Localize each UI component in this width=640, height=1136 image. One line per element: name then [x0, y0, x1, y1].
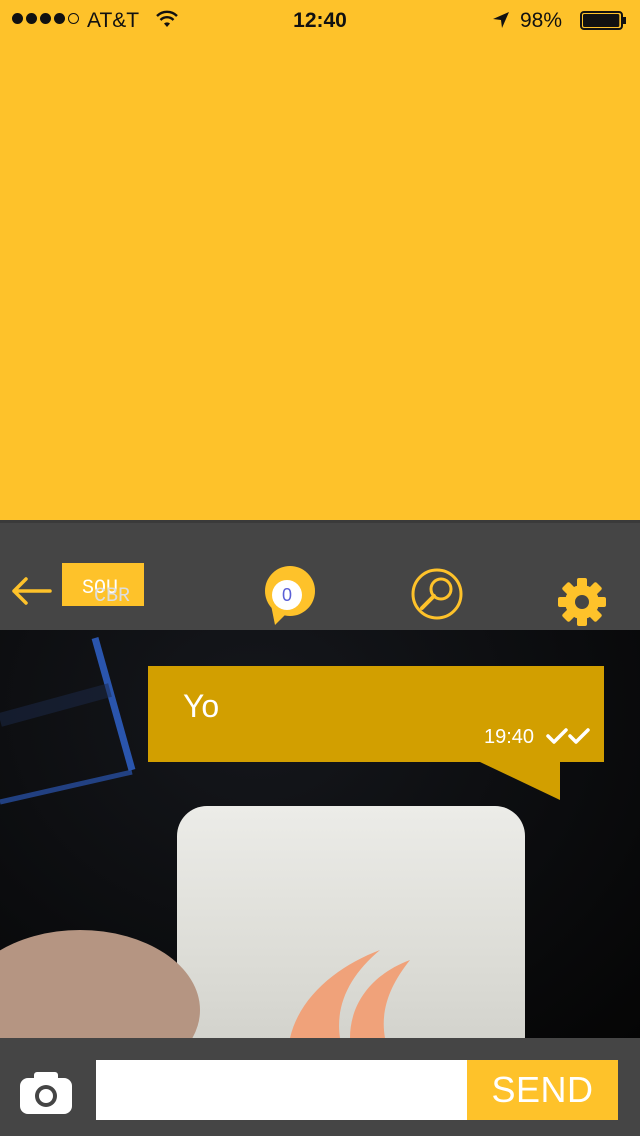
battery-icon [580, 11, 626, 30]
back-arrow-icon[interactable] [10, 576, 52, 606]
header-panel [0, 40, 640, 520]
double-check-icon [546, 728, 590, 744]
flame-logo-icon [290, 950, 410, 1038]
unread-count-badge: 0 [281, 585, 292, 605]
location-arrow-icon [493, 12, 509, 28]
send-button[interactable]: SEND [467, 1060, 618, 1120]
message-text: Yo [183, 688, 220, 724]
message-timestamp: 19:40 [484, 726, 535, 748]
search-icon[interactable] [410, 567, 464, 621]
bubble-tail [480, 762, 560, 800]
message-input[interactable] [96, 1060, 468, 1120]
message-bubble[interactable]: Yo 19:40 [148, 666, 604, 762]
nav-bar: SOU CBR 0 [0, 520, 640, 630]
status-bar: AT&T 12:40 98% [0, 0, 640, 40]
gear-icon[interactable] [555, 575, 609, 629]
brand-logo[interactable]: SOU CBR [62, 563, 144, 606]
battery-percent: 98% [520, 9, 563, 32]
composer-bar: SEND [0, 1038, 640, 1136]
logo-text-bottom: CBR [94, 585, 131, 607]
camera-icon[interactable] [18, 1070, 74, 1116]
